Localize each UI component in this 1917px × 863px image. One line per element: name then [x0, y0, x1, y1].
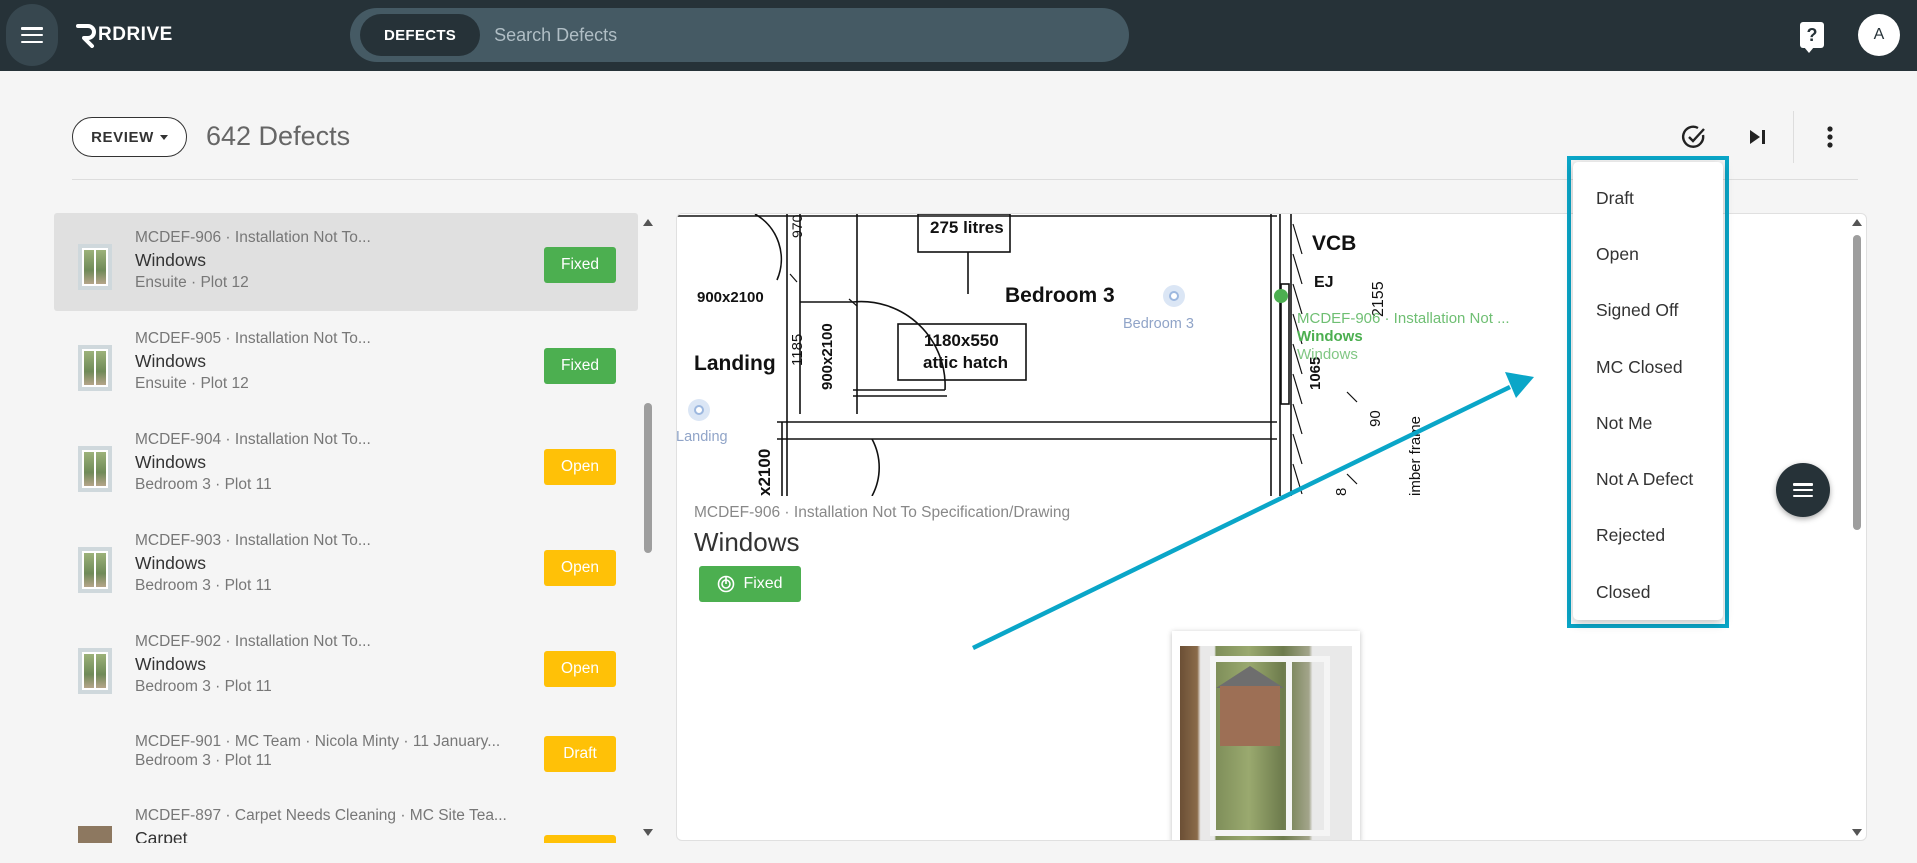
status-option-not-me[interactable]: Not Me	[1573, 395, 1723, 451]
status-option-closed[interactable]: Closed	[1573, 564, 1723, 620]
status-option-open[interactable]: Open	[1573, 226, 1723, 282]
status-option-signed-off[interactable]: Signed Off	[1573, 283, 1723, 339]
status-option-mc-closed[interactable]: MC Closed	[1573, 339, 1723, 395]
status-option-rejected[interactable]: Rejected	[1573, 508, 1723, 564]
status-option-not-a-defect[interactable]: Not A Defect	[1573, 451, 1723, 507]
status-option-draft[interactable]: Draft	[1573, 170, 1723, 226]
status-menu: Draft Open Signed Off MC Closed Not Me N…	[1573, 162, 1723, 620]
